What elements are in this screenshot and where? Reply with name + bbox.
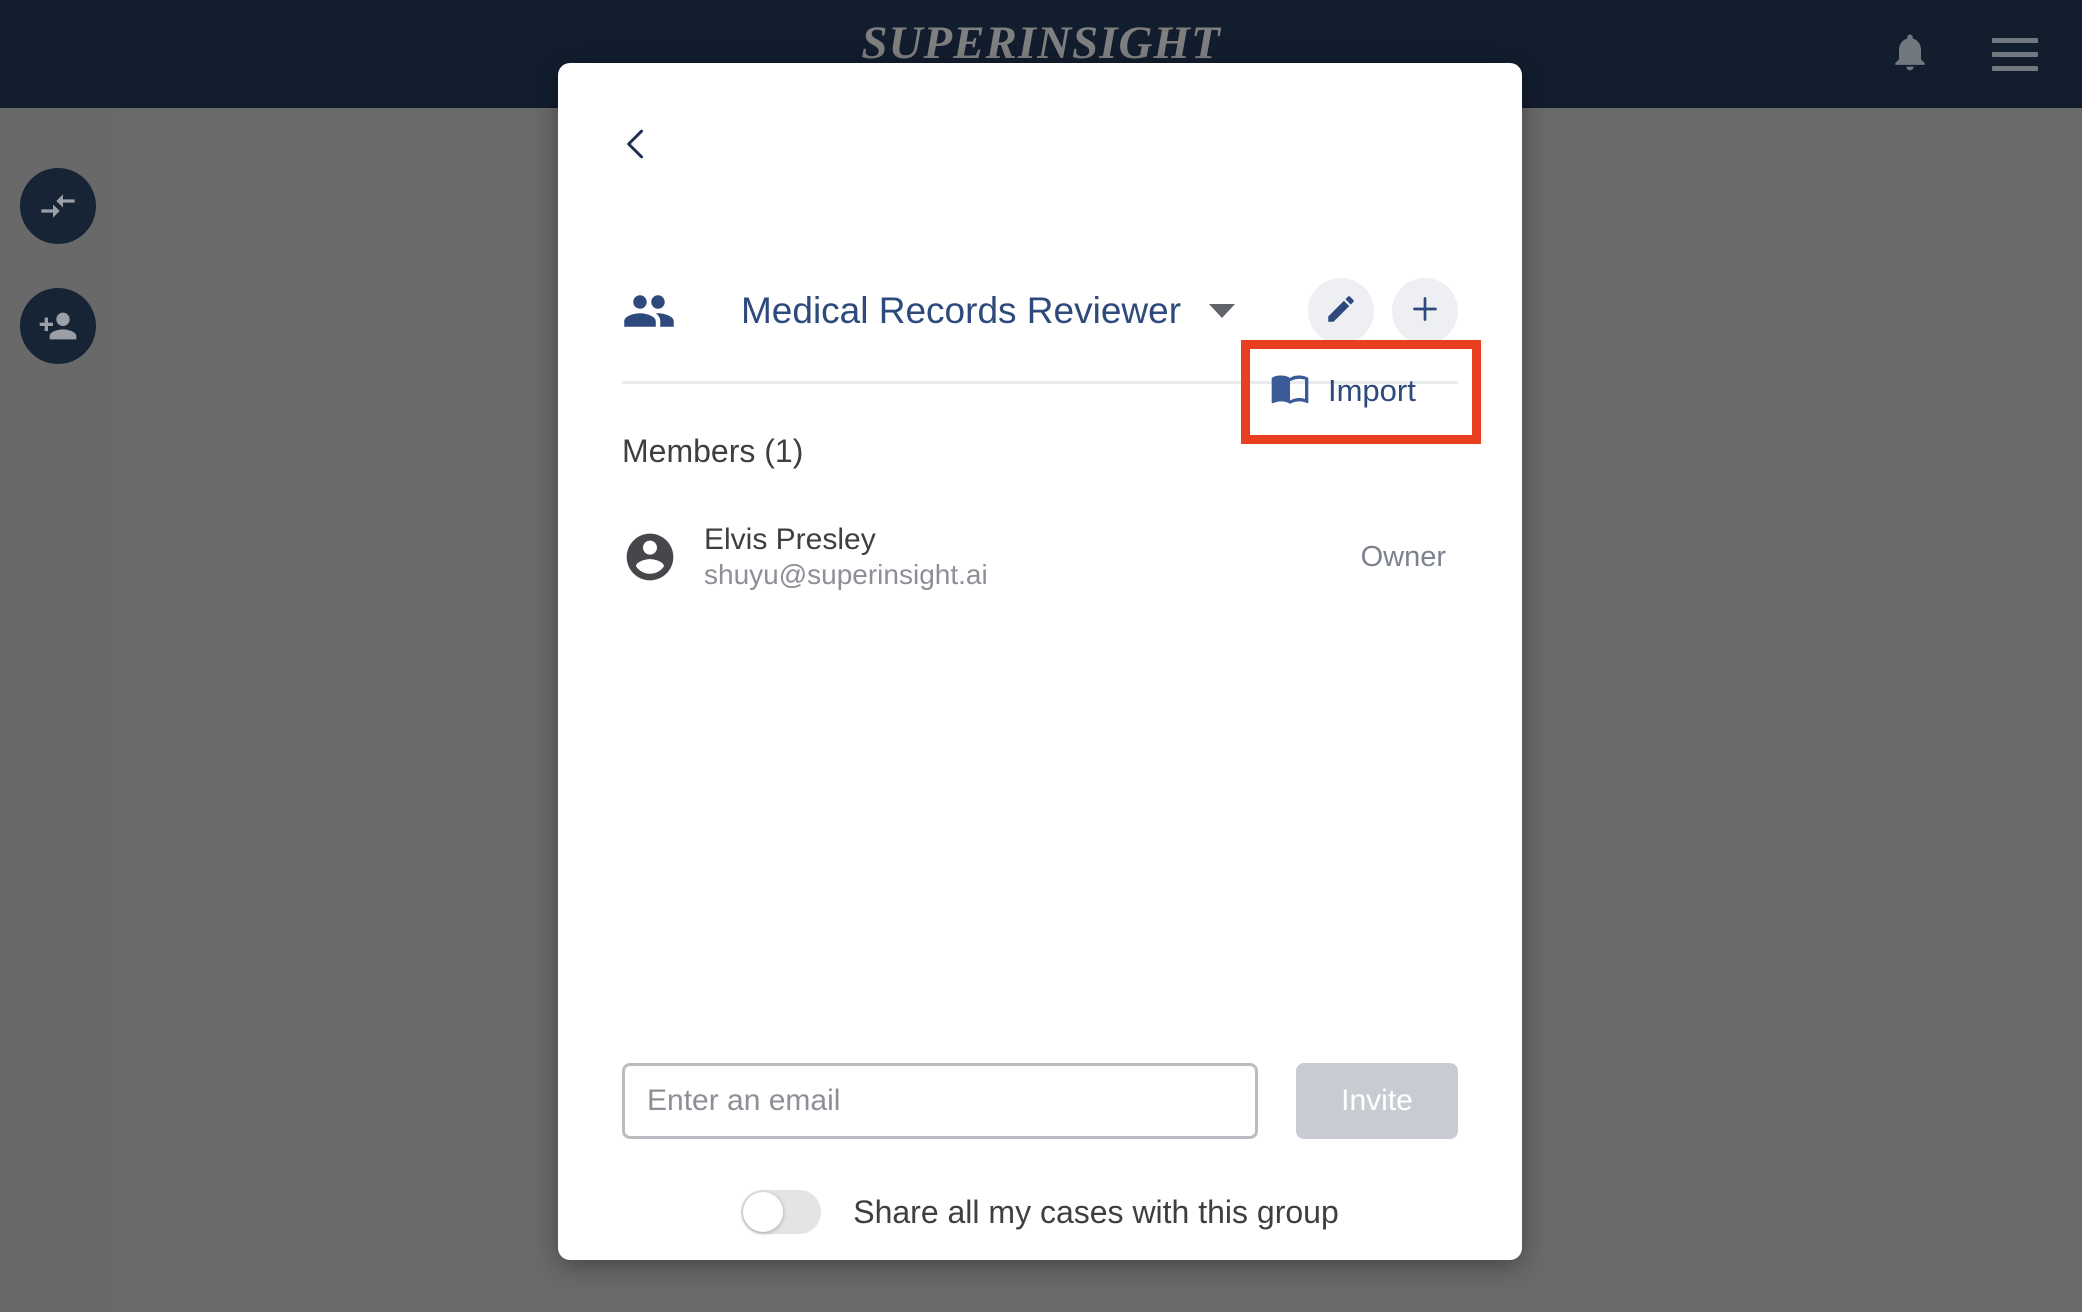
invite-button[interactable]: Invite [1296, 1063, 1458, 1139]
chevron-left-icon [614, 116, 658, 177]
table-row[interactable]: Elvis Presley shuyu@superinsight.ai Owne… [622, 515, 1458, 599]
bell-icon[interactable] [1888, 30, 1932, 79]
share-all-cases-label: Share all my cases with this group [853, 1193, 1339, 1230]
left-rail [0, 108, 115, 1312]
hamburger-bar [1992, 37, 2038, 43]
group-title-selector[interactable]: Medical Records Reviewer [686, 290, 1290, 332]
members-header-row: Members (1) [622, 421, 1458, 481]
back-button[interactable] [614, 111, 672, 181]
create-group-button[interactable] [1392, 278, 1458, 344]
member-role: Owner [1360, 540, 1446, 573]
brand-logo: SUPERINSIGHT [861, 17, 1221, 69]
person-add-icon [38, 306, 78, 346]
share-cases-row: Share all my cases with this group [622, 1190, 1458, 1234]
pencil-icon [1324, 292, 1358, 331]
people-group-icon [622, 284, 696, 338]
member-email: shuyu@superinsight.ai [704, 559, 988, 591]
compare-arrows-icon [38, 186, 78, 226]
member-name: Elvis Presley [704, 522, 876, 556]
invite-email-input[interactable] [622, 1063, 1258, 1139]
invite-row: Invite [622, 1063, 1458, 1139]
member-text: Elvis Presley shuyu@superinsight.ai [704, 522, 988, 593]
share-all-cases-toggle[interactable] [741, 1190, 822, 1234]
compare-cases-button[interactable] [20, 168, 96, 244]
members-count-label: Members (1) [622, 432, 804, 469]
plus-icon [1407, 291, 1443, 332]
import-button-label: Import [1328, 372, 1416, 408]
edit-group-button[interactable] [1308, 278, 1374, 344]
hamburger-bar [1992, 51, 2038, 57]
group-header-row: Medical Records Reviewer [622, 268, 1458, 354]
hamburger-menu-icon[interactable] [1992, 37, 2038, 71]
member-list: Elvis Presley shuyu@superinsight.ai Owne… [622, 515, 1458, 599]
account-circle-icon [622, 529, 678, 585]
member-identity: Elvis Presley shuyu@superinsight.ai [622, 522, 988, 593]
import-button[interactable]: Import [1270, 368, 1416, 413]
add-member-button[interactable] [20, 288, 96, 364]
top-bar-actions [1888, 0, 2038, 108]
hamburger-bar [1992, 65, 2038, 71]
caret-down-icon[interactable] [1209, 304, 1236, 318]
toggle-knob [743, 1192, 784, 1232]
group-title[interactable]: Medical Records Reviewer [741, 290, 1181, 332]
group-members-dialog: Medical Records Reviewer Members (1) Elv… [558, 63, 1522, 1260]
open-book-icon [1270, 368, 1310, 413]
